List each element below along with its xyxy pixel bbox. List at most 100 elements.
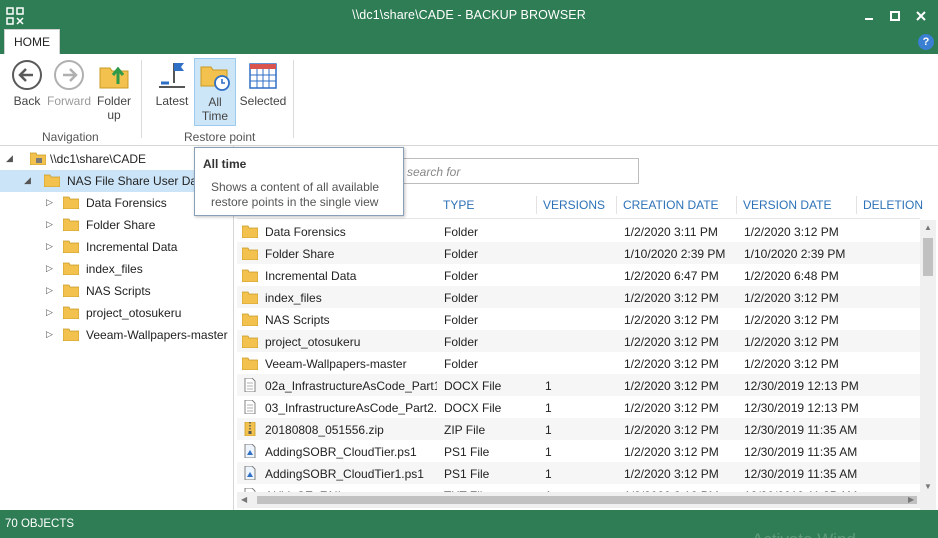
tree-item-label: Veeam-Wallpapers-master [86,328,228,342]
vertical-scrollbar[interactable]: ▲ ▼ [920,220,936,510]
collapse-icon[interactable]: ◢ [6,153,16,165]
all-time-button[interactable]: All Time [194,58,236,126]
version-date-cell: 1/2/2020 3:12 PM [744,335,839,349]
tree-item-child[interactable]: ▷ index_files [0,258,234,280]
script-icon [242,443,258,459]
table-row[interactable]: NAS Scripts Folder 1/2/2020 3:12 PM 1/2/202… [237,308,920,330]
folder-icon [241,356,259,371]
group-label-navigation: Navigation [42,130,99,144]
column-header-deletion[interactable]: DELETION [863,198,923,212]
tree-item-child[interactable]: ▷ project_otosukeru [0,302,234,324]
tree-item-label: Folder Share [86,218,156,232]
file-name-cell: 20180808_051556.zip [265,423,384,437]
doc-icon [242,399,258,415]
search-input[interactable]: search for [403,158,639,184]
file-type-cell: Folder [444,313,479,327]
table-row[interactable]: Veeam-Wallpapers-master Folder 1/2/2020 3:… [237,352,920,374]
zip-icon [242,421,258,437]
table-row[interactable]: 02a_InfrastructureAsCode_Part1.d DOCX Fil… [237,374,920,396]
folder-icon [241,290,259,305]
versions-cell: 1 [545,467,552,481]
folder-up-button[interactable]: Folder up [94,58,134,122]
tree-item-label: NAS Scripts [86,284,151,298]
table-row[interactable]: Incremental Data Folder 1/2/2020 6:47 PM 1/… [237,264,920,286]
table-row[interactable]: AddingSOBR_CloudTier.ps1 PS1 File 1 1/2/202… [237,440,920,462]
file-name-cell: 03_InfrastructureAsCode_Part2.d [265,401,437,415]
activation-watermark: Activate Wind [752,530,856,538]
share-folder-icon [30,152,46,165]
file-type-cell: Folder [444,247,479,261]
column-divider[interactable] [736,196,737,214]
scroll-up-icon[interactable]: ▲ [924,223,932,232]
scroll-thumb[interactable] [923,238,933,276]
tab-home[interactable]: HOME [4,29,60,54]
table-row[interactable]: index_files Folder 1/2/2020 3:12 PM 1/2/202… [237,286,920,308]
window-title: \\dc1\share\CADE - BACKUP BROWSER [352,8,586,22]
scroll-right-icon[interactable]: ▶ [908,495,914,504]
scroll-down-icon[interactable]: ▼ [924,482,932,491]
table-row[interactable]: project_otosukeru Folder 1/2/2020 3:12 PM 1… [237,330,920,352]
tree-item-label: Data Forensics [86,196,167,210]
expand-icon[interactable]: ▷ [46,219,56,231]
folder-icon [241,224,259,239]
expand-icon[interactable]: ▷ [46,307,56,319]
collapse-icon[interactable]: ◢ [24,175,34,187]
versions-cell: 1 [545,423,552,437]
folder-icon [241,246,259,261]
file-name-cell: Data Forensics [265,225,346,239]
help-icon[interactable]: ? [918,34,934,50]
table-row[interactable]: 03_InfrastructureAsCode_Part2.d DOCX File… [237,396,920,418]
file-name-cell: index_files [265,291,322,305]
expand-icon[interactable]: ▷ [46,241,56,253]
creation-date-cell: 1/2/2020 3:12 PM [624,313,719,327]
tooltip-body: Shows a content of all available restore… [211,180,380,209]
folder-icon [63,284,79,297]
file-name-cell: 02a_InfrastructureAsCode_Part1.d [265,379,437,393]
folder-icon [63,306,79,319]
folder-icon [241,268,259,283]
expand-icon[interactable]: ▷ [46,285,56,297]
column-header-version-date[interactable]: VERSION DATE [743,198,831,212]
creation-date-cell: 1/2/2020 3:12 PM [624,445,719,459]
version-date-cell: 12/30/2019 11:35 AM [744,423,858,437]
versions-cell: 1 [545,401,552,415]
file-type-cell: Folder [444,291,479,305]
file-type-cell: DOCX File [444,401,502,415]
expand-icon[interactable]: ▷ [46,197,56,209]
table-row[interactable]: Data Forensics Folder 1/2/2020 3:11 PM 1/2/… [237,220,920,242]
scroll-thumb[interactable] [257,496,917,504]
tree-item-child[interactable]: ▷ Incremental Data [0,236,234,258]
table-row[interactable]: 20180808_051556.zip ZIP File 1 1/2/2020 3:1… [237,418,920,440]
tree-item-label: NAS File Share User Data [67,174,208,188]
version-date-cell: 1/10/2020 2:39 PM [744,247,846,261]
table-row[interactable]: Folder Share Folder 1/10/2020 2:39 PM 1/10/… [237,242,920,264]
creation-date-cell: 1/2/2020 3:12 PM [624,379,719,393]
horizontal-scrollbar[interactable]: ◀ ▶ [237,492,920,508]
maximize-icon[interactable] [884,6,906,26]
column-divider[interactable] [856,196,857,214]
expand-icon[interactable]: ▷ [46,329,56,341]
file-type-cell: Folder [444,269,479,283]
folder-up-label-1: Folder [96,94,131,108]
tree-item-child[interactable]: ▷ Veeam-Wallpapers-master [0,324,234,346]
versions-cell: 1 [545,379,552,393]
expand-icon[interactable]: ▷ [46,263,56,275]
minimize-icon[interactable] [858,6,880,26]
folder-icon [63,328,79,341]
selected-button[interactable]: Selected [238,58,288,108]
scroll-left-icon[interactable]: ◀ [241,495,247,504]
latest-button[interactable]: Latest [152,58,192,108]
table-row[interactable]: AddingSOBR_CloudTier1.ps1 PS1 File 1 1/2/20… [237,462,920,484]
back-button[interactable]: Back [8,58,46,108]
close-icon[interactable] [910,6,932,26]
tree-item-child[interactable]: ▷ NAS Scripts [0,280,234,302]
tree-item-child[interactable]: ▷ Folder Share [0,214,234,236]
column-divider[interactable] [616,196,617,214]
column-header-type[interactable]: TYPE [443,198,474,212]
file-type-cell: DOCX File [444,379,502,393]
column-header-versions[interactable]: VERSIONS [543,198,605,212]
column-header-creation-date[interactable]: CREATION DATE [623,198,719,212]
column-divider[interactable] [536,196,537,214]
creation-date-cell: 1/2/2020 3:12 PM [624,401,719,415]
forward-button[interactable]: Forward [46,58,92,108]
